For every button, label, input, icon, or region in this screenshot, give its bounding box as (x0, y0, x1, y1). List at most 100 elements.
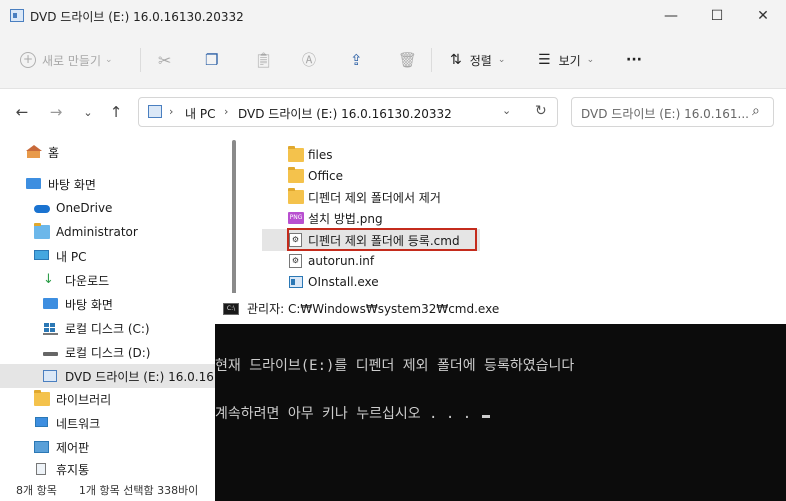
sidebar-item-label: 바탕 화면 (65, 297, 113, 312)
windows-drive-icon (43, 321, 59, 335)
file-name: 디펜더 제외 폴더에 등록.cmd (308, 233, 460, 248)
back-button[interactable]: ← (10, 100, 34, 124)
console-prompt-text: 계속하려면 아무 키나 누르십시오 . . . (215, 406, 480, 422)
png-file-icon: PNG (288, 211, 304, 225)
sidebar-item-dvd-drive[interactable]: DVD 드라이브 (E:) 16.0.16130.20332 (0, 364, 225, 388)
sort-button[interactable]: ⇅ 정렬 ⌄ (450, 46, 505, 74)
file-row-png[interactable]: PNG 설치 방법.png (288, 208, 383, 228)
dvd-drive-icon (148, 105, 162, 118)
new-button[interactable]: + 새로 만들기 ⌄ (20, 46, 113, 74)
file-name: autorun.inf (308, 254, 375, 268)
cmd-title-bar: C:\ 관리자: C:₩Windows₩system32₩cmd.exe (215, 293, 786, 324)
more-button[interactable]: ··· (626, 46, 642, 74)
new-label: 새로 만들기 (42, 53, 102, 68)
file-name: 설치 방법.png (308, 211, 383, 226)
user-folder-icon (34, 223, 50, 239)
file-row-oinstall[interactable]: OInstall.exe (288, 272, 379, 292)
chevron-down-icon: ⌄ (586, 55, 595, 65)
status-bar: 8개 항목 1개 항목 선택함 338바이 (0, 478, 215, 501)
cmd-icon: C:\ (223, 302, 239, 315)
chevron-down-icon: ⌄ (105, 55, 113, 65)
address-bar[interactable]: › 내 PC › DVD 드라이브 (E:) 16.0.16130.20332 … (138, 97, 558, 127)
file-name: files (308, 148, 333, 162)
up-button[interactable]: ↑ (104, 100, 128, 124)
chevron-right-icon: › (224, 105, 229, 118)
plus-icon: + (20, 52, 36, 68)
home-icon (26, 145, 42, 159)
sidebar-item-label: 제어판 (56, 440, 90, 455)
inf-file-icon: ⚙ (288, 254, 304, 268)
folder-icon (288, 167, 304, 183)
sidebar-item-libraries[interactable]: 라이브러리 (0, 388, 225, 410)
desktop-icon (26, 177, 42, 191)
refresh-icon[interactable]: ↻ (535, 103, 547, 119)
sidebar-item-network[interactable]: 네트워크 (0, 412, 225, 434)
drive-icon (43, 345, 59, 359)
chevron-down-icon[interactable]: ⌄ (502, 104, 511, 117)
sidebar-item-administrator[interactable]: Administrator (0, 221, 225, 243)
command-bar: + 새로 만들기 ⌄ ✂ ❐ 📋︎ Ⓐ ⇪ 🗑︎ ⇅ 정렬 ⌄ ☰ 보기 ⌄ ·… (0, 32, 786, 89)
sidebar-item-this-pc[interactable]: 내 PC (0, 245, 225, 267)
delete-icon[interactable]: 🗑︎ (398, 46, 417, 74)
sidebar-item-control-panel[interactable]: 제어판 (0, 436, 225, 458)
sidebar-item-local-disk-c[interactable]: 로컬 디스크 (C:) (0, 317, 225, 339)
sidebar-item-local-disk-d[interactable]: 로컬 디스크 (D:) (0, 341, 225, 363)
search-box[interactable]: DVD 드라이브 (E:) 16.0.161... ⌕ (571, 97, 774, 127)
cut-icon[interactable]: ✂ (158, 46, 171, 74)
sidebar-item-label: 홈 (48, 145, 60, 160)
forward-button[interactable]: → (44, 100, 68, 124)
cmd-window[interactable]: C:\ 관리자: C:₩Windows₩system32₩cmd.exe 현재 … (215, 293, 786, 501)
network-icon (34, 416, 50, 430)
sidebar-item-label: 다운로드 (65, 273, 110, 288)
item-count: 8개 항목 (16, 483, 57, 497)
breadcrumb-dvd-drive[interactable]: DVD 드라이브 (E:) 16.0.16130.20332 (238, 105, 452, 122)
search-input[interactable]: DVD 드라이브 (E:) 16.0.161... (581, 105, 749, 122)
selection-info: 1개 항목 선택함 338바이 (78, 483, 199, 497)
file-row-office[interactable]: Office (288, 166, 343, 186)
close-button[interactable]: ✕ (740, 0, 786, 32)
chevron-right-icon: › (169, 105, 174, 118)
file-row-remove-folder[interactable]: 디펜더 제외 폴더에서 제거 (288, 187, 441, 207)
sidebar-item-label: 휴지통 (56, 462, 90, 477)
file-name: OInstall.exe (308, 275, 379, 289)
sidebar-item-label: 로컬 디스크 (C:) (65, 321, 150, 336)
sidebar-item-label: 바탕 화면 (48, 177, 96, 192)
file-row-files[interactable]: files (288, 145, 333, 165)
recent-locations-button[interactable]: ⌄ (76, 100, 100, 124)
file-row-cmd[interactable]: ⚙ 디펜더 제외 폴더에 등록.cmd (288, 230, 460, 250)
folder-icon (288, 146, 304, 162)
rename-icon[interactable]: Ⓐ (302, 46, 316, 74)
file-row-autorun[interactable]: ⚙ autorun.inf (288, 251, 374, 271)
maximize-button[interactable]: ☐ (694, 0, 740, 32)
cmd-file-icon: ⚙ (288, 233, 304, 247)
sidebar-item-label: 라이브러리 (56, 392, 112, 407)
view-button[interactable]: ☰ 보기 ⌄ (538, 46, 594, 74)
sidebar-item-home[interactable]: 홈 (0, 141, 225, 163)
search-icon: ⌕ (752, 103, 760, 119)
console-output-line-1: 현재 드라이브(E:)를 디펜더 제외 폴더에 등록하였습니다 (215, 358, 575, 374)
breadcrumb-this-pc[interactable]: 내 PC (185, 105, 215, 122)
paste-icon[interactable]: 📋︎ (254, 46, 273, 74)
sidebar-item-desktop-2[interactable]: 바탕 화면 (0, 293, 225, 315)
download-icon: ↓ (43, 272, 54, 287)
sidebar-item-label: 로컬 디스크 (D:) (65, 345, 151, 360)
window-title: DVD 드라이브 (E:) 16.0.16130.20332 (30, 10, 244, 24)
sidebar-scrollbar[interactable] (232, 140, 236, 300)
sort-icon: ⇅ (450, 52, 462, 68)
console-cursor (481, 415, 490, 418)
sidebar-item-downloads[interactable]: ↓ 다운로드 (0, 269, 225, 291)
sidebar-item-recycle-bin[interactable]: 휴지통 (0, 460, 225, 478)
minimize-button[interactable]: — (648, 0, 694, 32)
sidebar-item-desktop[interactable]: 바탕 화면 (0, 173, 225, 195)
share-icon[interactable]: ⇪ (350, 46, 363, 74)
chevron-down-icon: ⌄ (497, 55, 506, 65)
copy-icon[interactable]: ❐ (205, 46, 218, 74)
toolbar-divider (431, 48, 432, 72)
sidebar-item-label: OneDrive (56, 201, 113, 215)
dvd-drive-icon (43, 369, 59, 383)
cmd-title: 관리자: C:₩Windows₩system32₩cmd.exe (247, 302, 500, 316)
sidebar-item-label: 내 PC (56, 249, 87, 264)
sidebar-item-onedrive[interactable]: OneDrive (0, 197, 225, 219)
title-bar: DVD 드라이브 (E:) 16.0.16130.20332 — ☐ ✕ (0, 0, 786, 32)
file-name: 디펜더 제외 폴더에서 제거 (308, 190, 441, 205)
